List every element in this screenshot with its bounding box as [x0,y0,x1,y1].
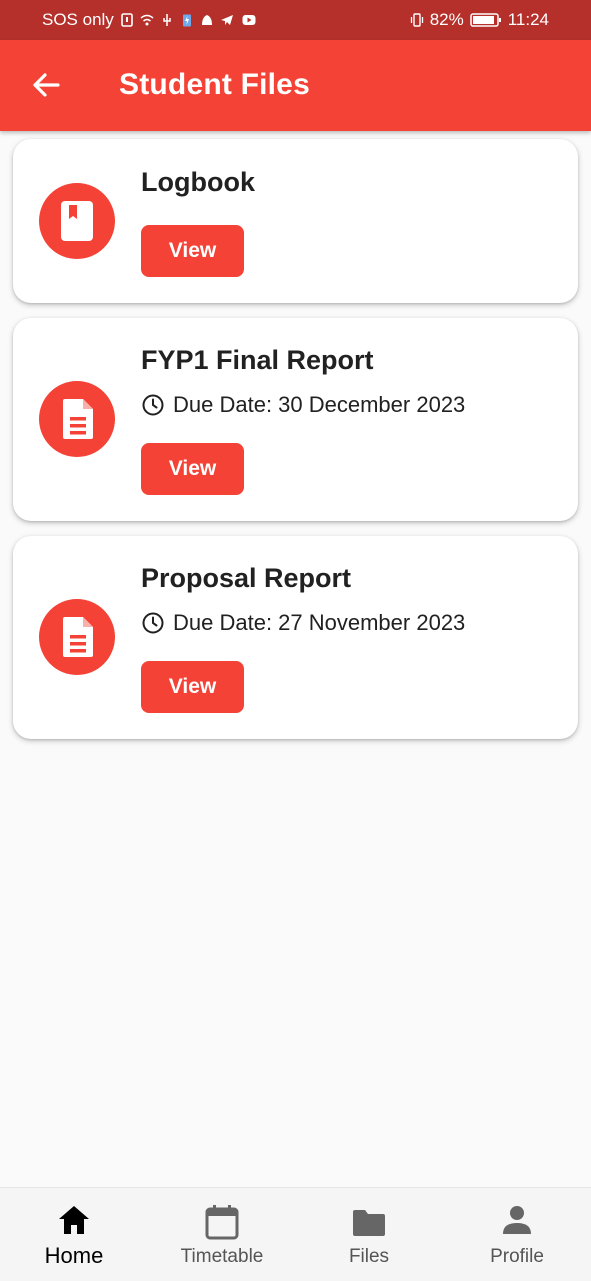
file-title: Proposal Report [141,563,352,593]
app-bar: Student Files [0,40,591,131]
vibrate-icon [410,13,423,27]
nav-item-profile[interactable]: Profile [443,1188,591,1281]
battery-saver-icon [182,14,191,27]
status-time: 11:24 [507,10,549,29]
due-date-text: Due Date: 30 December 2023 [173,392,466,417]
file-card-logbook: Logbook View [13,139,578,303]
view-button[interactable]: View [141,225,244,277]
home-icon [59,1206,89,1234]
clock-icon [142,612,164,634]
clock-icon [142,394,164,416]
document-icon [63,617,93,657]
notification-app-icon [201,15,212,25]
status-bar-right: 82% 11:24 [410,10,549,30]
file-icon-circle [39,381,115,457]
nav-item-files[interactable]: Files [295,1188,443,1281]
due-date: Due Date: 27 November 2023 [141,610,465,636]
bottom-nav: Home Timetable Files Profile [0,1187,591,1281]
sim-icon [121,13,133,27]
status-bar: SOS only 82% 11:24 [0,0,591,40]
telegram-icon [220,15,233,25]
nav-item-home[interactable]: Home [0,1188,148,1281]
status-bar-left: SOS only [42,10,258,30]
sos-only-text: SOS only [42,10,114,29]
nav-label-home: Home [44,1243,104,1268]
due-date: Due Date: 30 December 2023 [141,392,465,418]
wifi-icon [140,14,154,26]
usb-icon [163,14,171,26]
nav-label-profile: Profile [490,1246,544,1267]
person-icon [503,1206,531,1234]
battery-percent: 82% [429,10,464,29]
file-title: Logbook [141,167,255,197]
due-date-text: Due Date: 27 November 2023 [173,610,466,635]
view-button[interactable]: View [141,661,244,713]
nav-label-files: Files [348,1246,390,1267]
page-title: Student Files [119,68,310,101]
folder-icon [353,1210,385,1236]
file-icon-circle [39,599,115,675]
view-button[interactable]: View [141,443,244,495]
youtube-icon [242,15,256,25]
calendar-icon [205,1205,239,1240]
document-icon [63,399,93,439]
arrow-back-icon[interactable] [30,68,64,102]
battery-icon [469,13,501,27]
book-icon [61,201,93,241]
file-title: FYP1 Final Report [141,345,374,375]
nav-label-timetable: Timetable [180,1246,264,1267]
nav-item-timetable[interactable]: Timetable [148,1188,296,1281]
file-card-fyp1-final-report: FYP1 Final Report Due Date: 30 December … [13,318,578,521]
file-card-proposal-report: Proposal Report Due Date: 27 November 20… [13,536,578,739]
file-icon-circle [39,183,115,259]
